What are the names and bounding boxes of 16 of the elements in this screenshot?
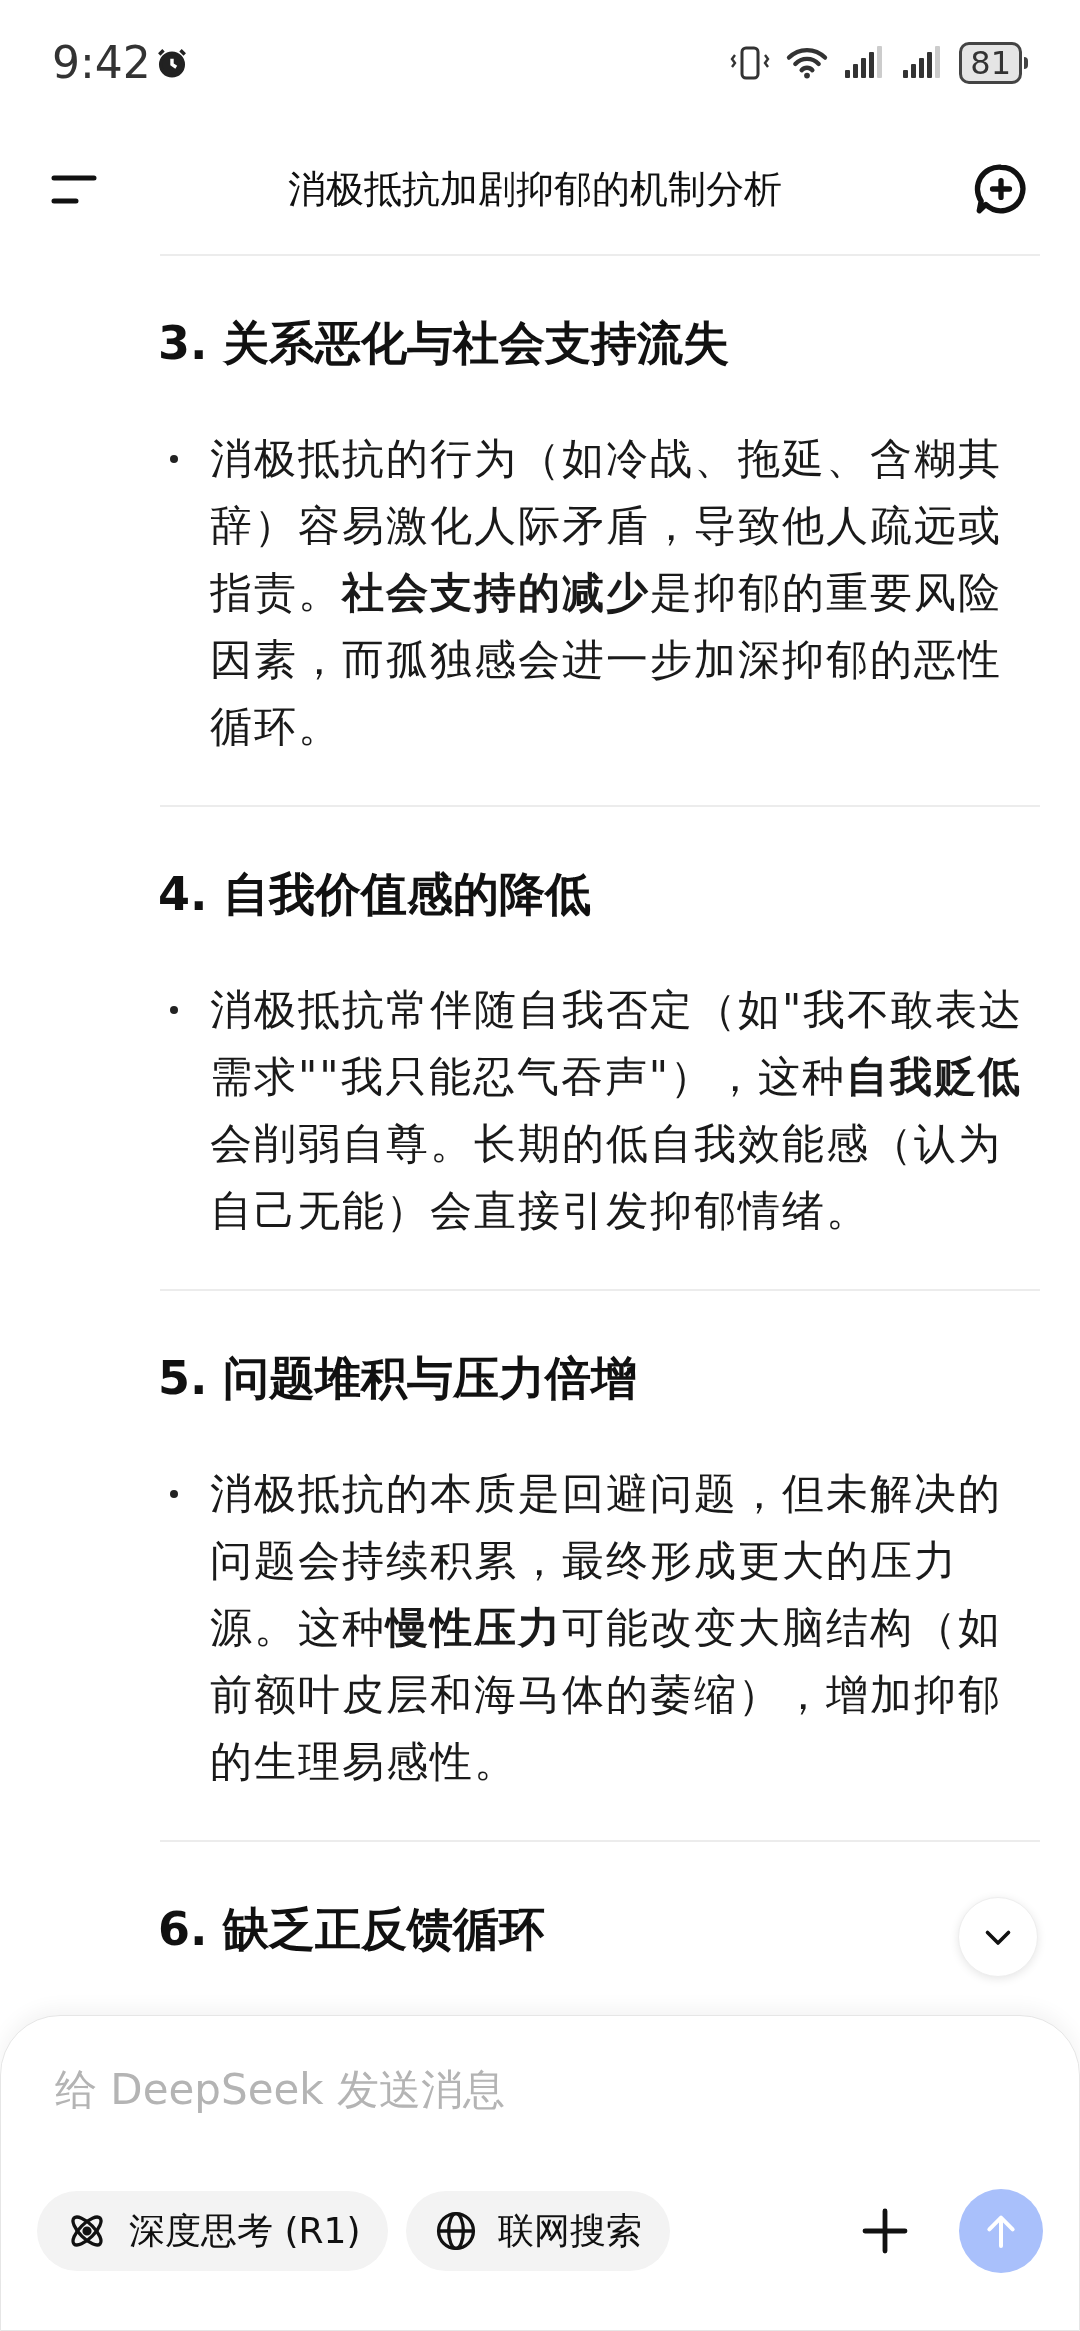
bullet-text: 消极抵抗的行为（如冷战、拖延、含糊其辞）容易激化人际矛盾，导致他人疏远或指责。社会支持的减少是抑郁的重要风险因素，而孤独感会进一步加深抑郁的恶性循环。 (210, 433, 1003, 753)
wifi-icon (785, 45, 830, 81)
bullet-text: 消极抵抗常伴随自我否定（如"我不敢表达需求""我只能忍气吞声"），这种自我贬低会削弱自尊。长期的低自我效能感（认为自己无能）会直接引发抑郁情绪。 (210, 984, 1025, 1237)
chat-title: 消极抵抗加剧抑郁的机制分析 (288, 165, 782, 213)
vibrate-icon (729, 45, 772, 81)
section-heading: 4. 自我价值感的降低 (158, 866, 592, 923)
section-heading: 6. 缺乏正反馈循环 (158, 1901, 546, 1958)
mode-chip[interactable]: 深度思考 (R1) (37, 2191, 389, 2271)
battery-indicator: 81 (959, 42, 1028, 84)
mode-chip[interactable]: 联网搜索 (406, 2191, 671, 2271)
bullet-text: 消极抵抗的本质是回避问题，但未解决的问题会持续积累，最终形成更大的压力源。这种慢性压力可能改变大脑结构（如前额叶皮层和海马体的萎缩），增加抑郁的生理易感性。 (210, 1468, 1003, 1788)
section-heading: 3. 关系恶化与社会支持流失 (158, 315, 730, 372)
plus-icon[interactable] (861, 2207, 909, 2255)
message-field[interactable]: 给 DeepSeek 发送消息 (37, 2054, 1043, 2124)
section-heading: 5. 问题堆积与压力倍增 (158, 1350, 638, 1407)
status-time: 9:42 (52, 36, 151, 90)
